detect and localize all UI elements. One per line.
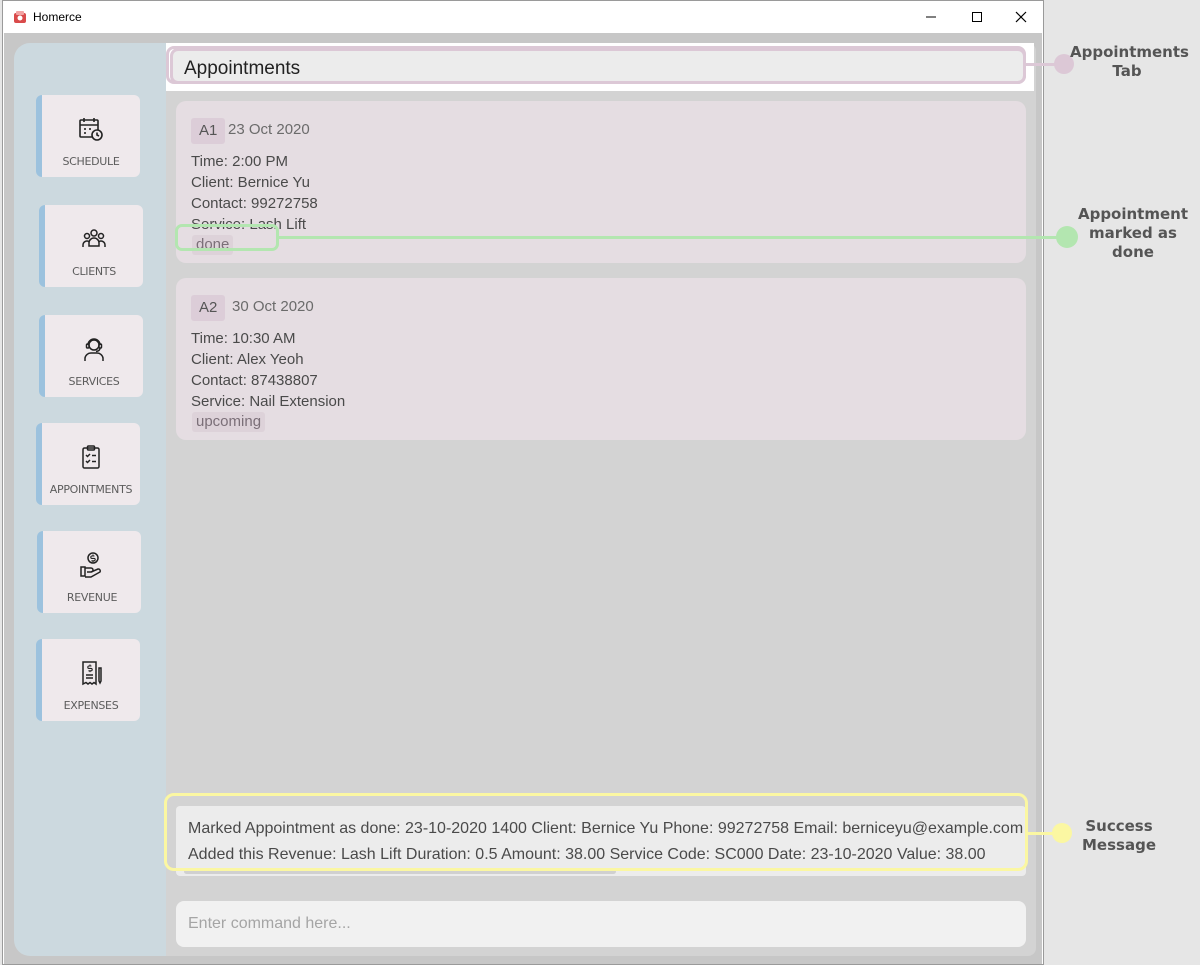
calendar-clock-icon xyxy=(79,118,103,141)
tab-highlight-box xyxy=(166,46,1026,84)
sidebar-item-label: CLIENTS xyxy=(72,265,116,278)
sidebar-item-label: APPOINTMENTS xyxy=(49,483,133,496)
callout-appointments-tab: Appointments Tab xyxy=(1070,43,1189,80)
callout-success-message: Success Message xyxy=(1082,817,1156,854)
sidebar-item-appointments[interactable]: APPOINTMENTS xyxy=(36,423,140,505)
close-button[interactable] xyxy=(998,1,1044,33)
maximize-icon xyxy=(972,12,982,22)
appointment-client: Client: Bernice Yu xyxy=(191,174,310,191)
appointment-time: Time: 10:30 AM xyxy=(191,330,296,347)
sidebar-item-clients[interactable]: CLIENTS xyxy=(39,205,143,287)
done-highlight-box xyxy=(175,224,279,251)
appointment-service: Service: Nail Extension xyxy=(191,393,346,410)
minimize-icon xyxy=(926,16,936,18)
people-group-icon xyxy=(82,229,106,247)
sidebar-item-label: SERVICES xyxy=(68,375,120,388)
window-title: Homerce xyxy=(33,10,82,24)
appointment-time: Time: 2:00 PM xyxy=(191,153,288,170)
sidebar-item-schedule[interactable]: SCHEDULE xyxy=(36,95,140,177)
sidebar-item-label: SCHEDULE xyxy=(62,155,120,168)
maximize-button[interactable] xyxy=(954,1,1000,33)
sidebar-item-services[interactable]: SERVICES xyxy=(39,315,143,397)
app-logo-icon xyxy=(14,11,26,23)
appointment-id: A1 xyxy=(191,118,226,144)
appointment-date: 30 Oct 2020 xyxy=(232,298,314,315)
appointment-client: Client: Alex Yeoh xyxy=(191,351,304,368)
success-highlight-box xyxy=(164,793,1028,871)
appointment-id: A2 xyxy=(191,295,226,321)
sidebar-item-revenue[interactable]: REVENUE xyxy=(37,531,141,613)
status-badge: upcoming xyxy=(192,412,266,432)
appointment-contact: Contact: 87438807 xyxy=(191,372,318,389)
minimize-button[interactable] xyxy=(908,1,954,33)
sidebar-item-expenses[interactable]: EXPENSES xyxy=(36,639,140,721)
receipt-dollar-icon xyxy=(82,661,102,686)
sidebar-item-label: EXPENSES xyxy=(63,699,119,712)
close-icon xyxy=(1015,11,1027,23)
appointment-card[interactable]: A2 30 Oct 2020 Time: 10:30 AM Client: Al… xyxy=(176,278,1026,440)
callout-dot xyxy=(1052,823,1072,843)
callout-connector xyxy=(278,236,1058,239)
headset-person-icon xyxy=(84,338,104,361)
sidebar-item-label: REVENUE xyxy=(66,591,118,604)
clipboard-checklist-icon xyxy=(82,445,100,469)
title-bar: Homerce xyxy=(3,1,1043,33)
callout-dot xyxy=(1056,226,1078,248)
appointment-contact: Contact: 99272758 xyxy=(191,195,318,212)
sidebar: SCHEDULE CLIENTS SERVICES APPOINTMENTS R… xyxy=(14,43,166,956)
callout-marked-done: Appointment marked as done xyxy=(1077,205,1189,261)
appointment-date: 23 Oct 2020 xyxy=(228,121,310,138)
command-input[interactable] xyxy=(176,901,1026,947)
hand-dollar-icon xyxy=(80,552,102,578)
